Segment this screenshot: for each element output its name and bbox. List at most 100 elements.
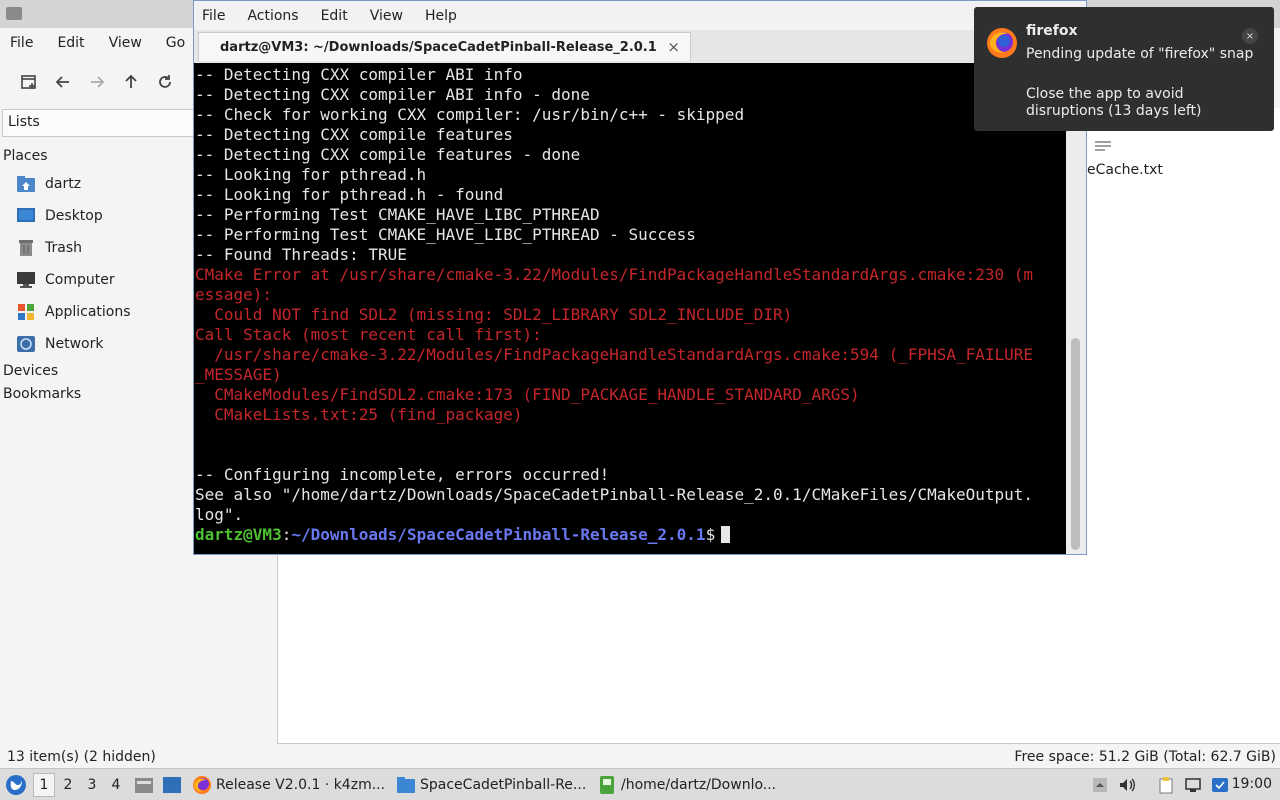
workspace-4[interactable]: 4: [105, 773, 127, 797]
sidebar-view-select[interactable]: Lists: [2, 109, 198, 137]
file-name: eCache.txt: [1087, 162, 1163, 178]
terminal-line: -- Looking for pthread.h: [195, 165, 427, 184]
terminal-line: essage):: [195, 285, 273, 304]
home-folder-icon: [16, 175, 36, 193]
terminal-line: log".: [195, 505, 244, 524]
terminal-line: CMakeModules/FindSDL2.cmake:173 (FIND_PA…: [195, 385, 860, 404]
prompt-symbol: $: [705, 525, 716, 544]
file-manager-menubar: File Edit View Go: [0, 28, 209, 58]
places-header[interactable]: Places: [3, 148, 48, 164]
terminal-line: /usr/share/cmake-3.22/Modules/FindPackag…: [195, 345, 1034, 364]
terminal-line: -- Detecting CXX compiler ABI info: [195, 65, 523, 84]
terminal-line: -- Looking for pthread.h - found: [195, 185, 504, 204]
terminal-line: -- Performing Test CMAKE_HAVE_LIBC_PTHRE…: [195, 205, 600, 224]
file-manager-launcher-icon[interactable]: [134, 776, 154, 794]
terminal-line: -- Check for working CXX compiler: /usr/…: [195, 105, 745, 124]
clock[interactable]: 19:00: [1232, 776, 1272, 792]
status-free-space: Free space: 51.2 GiB (Total: 62.7 GiB): [1014, 749, 1276, 765]
terminal-output[interactable]: -- Detecting CXX compiler ABI info -- Det…: [194, 63, 1066, 554]
task-file-manager[interactable]: SpaceCadetPinball-Re...: [396, 772, 586, 798]
terminal-window[interactable]: File Actions Edit View Help dartz@VM3: ~…: [193, 0, 1087, 555]
terminal-tab[interactable]: dartz@VM3: ~/Downloads/SpaceCadetPinball…: [198, 32, 691, 61]
computer-icon: [16, 271, 36, 289]
reload-icon[interactable]: [148, 65, 182, 99]
new-window-icon[interactable]: [12, 65, 46, 99]
desktop-icon: [16, 207, 36, 225]
terminal-prompt[interactable]: dartz@VM3:~/Downloads/SpaceCadetPinball-…: [195, 525, 1066, 545]
terminal-tabbar: dartz@VM3: ~/Downloads/SpaceCadetPinball…: [194, 30, 1086, 63]
terminal-menu-file[interactable]: File: [202, 8, 225, 24]
terminal-line: -- Configuring incomplete, errors occurr…: [195, 465, 610, 484]
update-notifier-icon[interactable]: [1211, 776, 1229, 794]
sidebar-item-desktop[interactable]: Desktop: [16, 204, 103, 228]
sidebar-item-label: dartz: [45, 176, 82, 192]
sidebar-item-label: Applications: [45, 304, 131, 320]
back-arrow-icon[interactable]: [46, 65, 80, 99]
terminal-line: See also "/home/dartz/Downloads/SpaceCad…: [195, 485, 1034, 504]
prompt-user: dartz@VM3: [195, 525, 282, 544]
terminal-menu-edit[interactable]: Edit: [321, 8, 348, 24]
status-item-count: 13 item(s) (2 hidden): [7, 749, 156, 765]
workspace-2[interactable]: 2: [57, 773, 79, 797]
terminal-menu-help[interactable]: Help: [425, 8, 457, 24]
menu-go[interactable]: Go: [166, 35, 185, 51]
tray-menu-icon[interactable]: [1091, 776, 1109, 794]
prompt-separator: :: [281, 525, 292, 544]
sidebar-item-home[interactable]: dartz: [16, 172, 81, 196]
sidebar-item-label: Desktop: [45, 208, 103, 224]
sidebar-item-computer[interactable]: Computer: [16, 268, 115, 292]
show-desktop-icon[interactable]: [162, 776, 182, 794]
workspace-3[interactable]: 3: [81, 773, 103, 797]
sidebar-item-label: Trash: [45, 240, 82, 256]
task-terminal[interactable]: /home/dartz/Downlo...: [597, 772, 776, 798]
terminal-line: -- Detecting CXX compiler ABI info - don…: [195, 85, 590, 104]
up-arrow-icon[interactable]: [114, 65, 148, 99]
text-file-icon: [1095, 141, 1111, 151]
menu-view[interactable]: View: [109, 35, 142, 51]
folder-icon: [397, 777, 415, 793]
task-label: SpaceCadetPinball-Re...: [420, 777, 587, 793]
notification-detail: Close the app to avoid disruptions (13 d…: [1026, 86, 1202, 119]
network-tray-icon[interactable]: [1184, 776, 1202, 794]
task-label: Release V2.0.1 · k4zm...: [216, 777, 386, 793]
menu-file[interactable]: File: [10, 35, 33, 51]
taskbar: 1 2 3 4 Release V2.0.1 · k4zm... SpaceCa…: [0, 768, 1280, 800]
terminal-line: Call Stack (most recent call first):: [195, 325, 542, 344]
devices-header[interactable]: Devices: [3, 363, 58, 379]
sidebar-item-network[interactable]: Network: [16, 332, 103, 356]
close-tab-icon[interactable]: ×: [667, 38, 680, 56]
prompt-path: ~/Downloads/SpaceCadetPinball-Release_2.…: [291, 525, 706, 544]
scrollbar-thumb[interactable]: [1071, 338, 1080, 550]
notification-popup[interactable]: firefox Pending update of "firefox" snap…: [974, 7, 1274, 131]
close-notification-icon[interactable]: ×: [1242, 28, 1258, 44]
notification-message: Pending update of "firefox" snap: [1026, 46, 1254, 62]
terminal-line: _MESSAGE): [195, 365, 282, 384]
workspace-1[interactable]: 1: [33, 773, 55, 797]
start-menu-icon[interactable]: [5, 774, 27, 796]
terminal-line: -- Detecting CXX compile features - done: [195, 145, 581, 164]
terminal-menu-actions[interactable]: Actions: [247, 8, 298, 24]
network-icon: [16, 335, 36, 353]
task-firefox[interactable]: Release V2.0.1 · k4zm...: [192, 772, 385, 798]
terminal-line: -- Detecting CXX compile features: [195, 125, 513, 144]
firefox-icon: [193, 776, 211, 794]
sidebar-item-label: Network: [45, 336, 104, 352]
terminal-tab-title: dartz@VM3: ~/Downloads/SpaceCadetPinball…: [220, 39, 657, 55]
terminal-line: -- Performing Test CMAKE_HAVE_LIBC_PTHRE…: [195, 225, 696, 244]
menu-edit[interactable]: Edit: [57, 35, 84, 51]
volume-icon[interactable]: [1118, 776, 1136, 794]
text-cursor: [721, 526, 731, 543]
firefox-icon: [987, 28, 1017, 58]
sidebar-item-applications[interactable]: Applications: [16, 300, 131, 324]
notification-title: firefox: [1026, 23, 1078, 39]
bookmarks-header[interactable]: Bookmarks: [3, 386, 81, 402]
forward-arrow-icon[interactable]: [80, 65, 114, 99]
terminal-menu-view[interactable]: View: [370, 8, 403, 24]
terminal-menubar: File Actions Edit View Help: [194, 1, 1086, 30]
clipboard-icon[interactable]: [1157, 776, 1175, 794]
sidebar-item-trash[interactable]: Trash: [16, 236, 82, 260]
terminal-line: Could NOT find SDL2 (missing: SDL2_LIBRA…: [195, 305, 793, 324]
terminal-scrollbar[interactable]: [1066, 63, 1086, 554]
